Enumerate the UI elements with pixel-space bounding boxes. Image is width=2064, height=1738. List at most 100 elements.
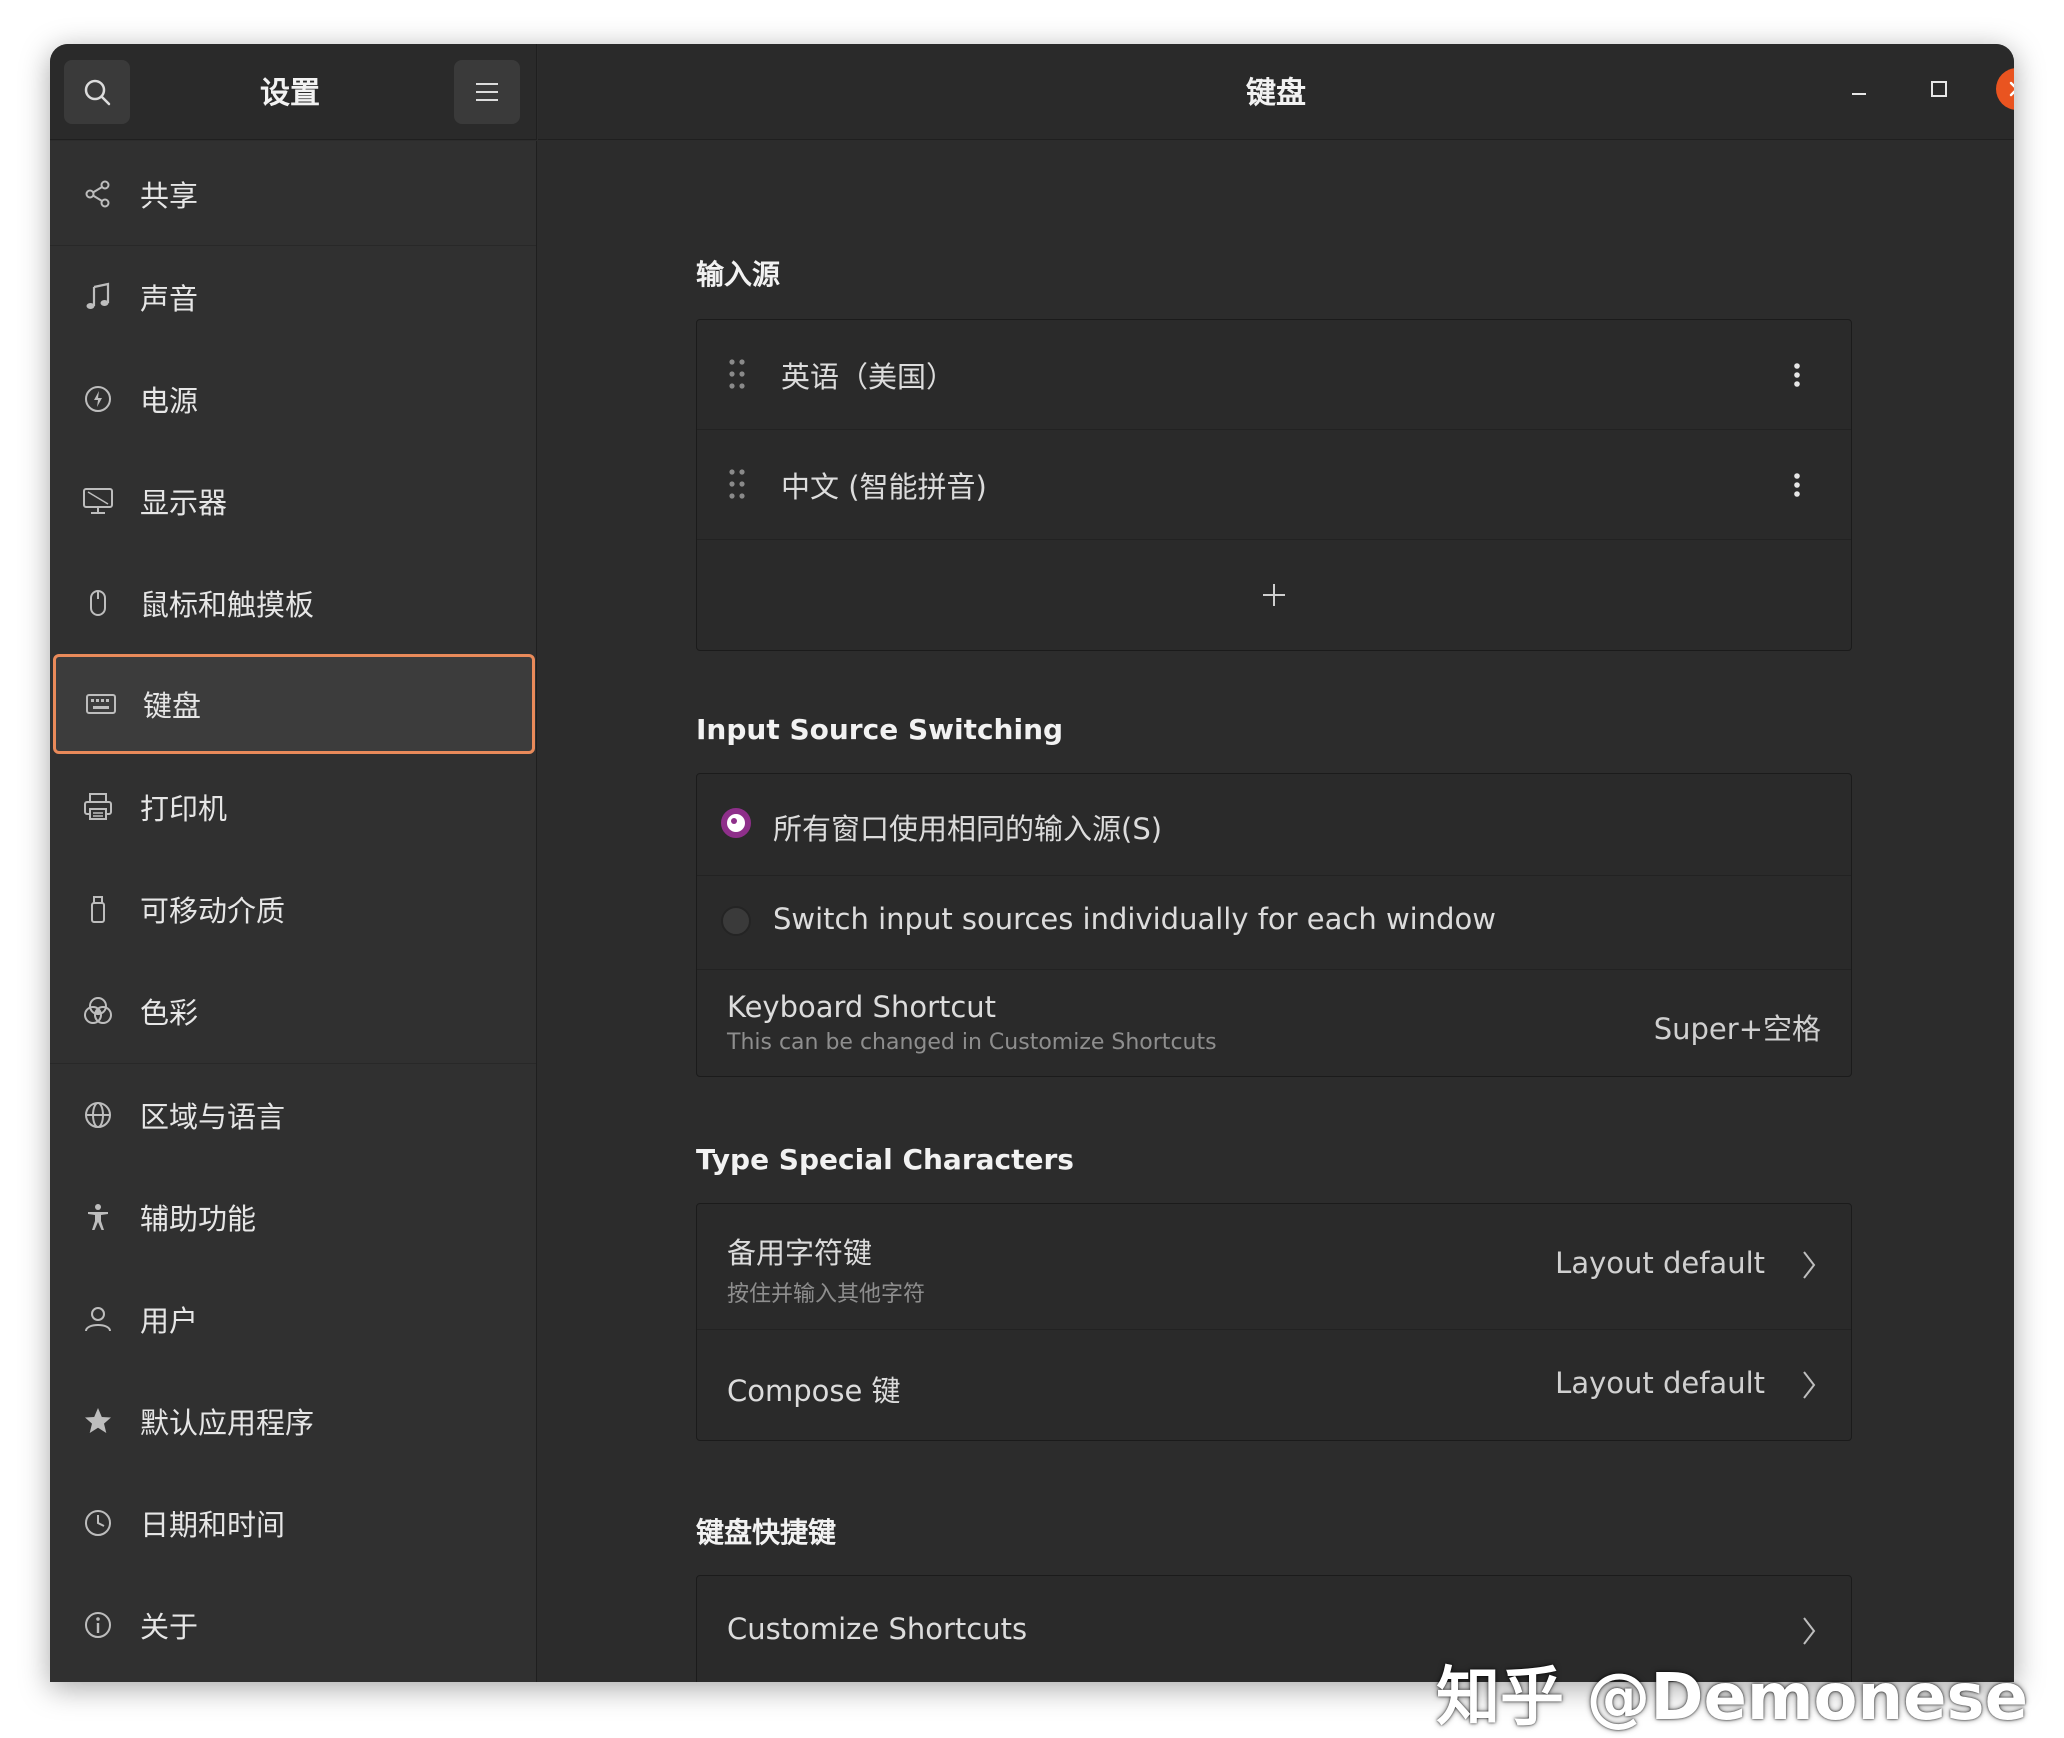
printer-icon: [80, 789, 116, 825]
sidebar-item-label: 声音: [140, 282, 199, 316]
keyboard-shortcut-row[interactable]: Keyboard Shortcut This can be changed in…: [697, 970, 1851, 1076]
display-icon: [80, 483, 116, 519]
input-source-row[interactable]: 英语（美国）: [697, 320, 1851, 430]
shortcut-sublabel: This can be changed in Customize Shortcu…: [727, 1030, 1217, 1055]
sidebar-item-label: 显示器: [140, 486, 228, 520]
sidebar-item-label: 默认应用程序: [140, 1406, 315, 1440]
special-chars-card: 备用字符键 按住并输入其他字符 Layout default Compose 键…: [696, 1203, 1852, 1441]
sidebar-item-label: 关于: [140, 1610, 199, 1644]
maximize-button[interactable]: [1918, 68, 1960, 110]
minimize-icon: [1852, 93, 1866, 95]
sidebar-item-share[interactable]: 共享: [50, 143, 536, 245]
sidebar-item-printer[interactable]: 打印机: [50, 756, 536, 858]
sidebar-item-label: 打印机: [140, 792, 228, 826]
sidebar-item-display[interactable]: 显示器: [50, 450, 536, 552]
alternate-chars-sublabel: 按住并输入其他字符: [727, 1282, 926, 1307]
sidebar-item-label: 可移动介质: [140, 894, 286, 928]
chevron-right-icon: [1803, 1617, 1816, 1645]
sidebar-item-label: 色彩: [140, 996, 199, 1030]
radio-same-source[interactable]: [721, 808, 751, 838]
radio-label: 所有窗口使用相同的输入源(S): [773, 812, 1163, 846]
settings-window: 设置 键盘 共享 声音 电源 显示器 鼠标和触摸板 键盘 打印机 可移动介质 色…: [50, 44, 2014, 1682]
sidebar-item-default-apps[interactable]: 默认应用程序: [50, 1370, 536, 1472]
music-note-icon: [80, 279, 116, 315]
globe-icon: [80, 1097, 116, 1133]
clock-icon: [80, 1505, 116, 1541]
removable-media-icon: [80, 891, 116, 927]
sidebar-item-date-time[interactable]: 日期和时间: [50, 1472, 536, 1574]
menu-button[interactable]: [454, 60, 520, 124]
minimize-button[interactable]: [1838, 68, 1880, 110]
alternate-chars-row[interactable]: 备用字符键 按住并输入其他字符 Layout default: [697, 1204, 1851, 1330]
compose-key-value: Layout default: [1555, 1366, 1765, 1400]
sidebar-header: 设置: [50, 44, 537, 140]
radio-row-same-source[interactable]: 所有窗口使用相同的输入源(S): [697, 774, 1851, 876]
hamburger-icon: [476, 83, 498, 101]
user-icon: [80, 1301, 116, 1337]
drag-handle-icon[interactable]: [727, 358, 747, 390]
add-input-source-button[interactable]: [697, 540, 1851, 650]
radio-row-individual[interactable]: Switch input sources individually for ea…: [697, 876, 1851, 970]
sidebar-item-color[interactable]: 色彩: [50, 960, 536, 1062]
more-options-icon[interactable]: [1793, 472, 1801, 498]
sidebar-item-label: 区域与语言: [140, 1100, 286, 1134]
keyboard-shortcuts-title: 键盘快捷键: [696, 1516, 837, 1549]
search-icon: [84, 79, 111, 106]
close-icon: [2009, 81, 2014, 97]
search-button[interactable]: [64, 60, 130, 124]
shortcut-label: Keyboard Shortcut: [727, 990, 997, 1024]
customize-shortcuts-label: Customize Shortcuts: [727, 1612, 1028, 1646]
input-source-row[interactable]: 中文 (智能拼音): [697, 430, 1851, 540]
sidebar-item-label: 电源: [140, 384, 199, 418]
special-chars-title: Type Special Characters: [696, 1143, 1074, 1176]
sidebar-item-users[interactable]: 用户: [50, 1268, 536, 1370]
color-icon: [80, 993, 116, 1029]
drag-handle-icon[interactable]: [727, 468, 747, 500]
sidebar-item-label: 日期和时间: [140, 1508, 286, 1542]
sidebar-item-sound[interactable]: 声音: [50, 246, 536, 348]
plus-icon: [1263, 584, 1285, 606]
star-icon: [80, 1403, 116, 1439]
compose-key-label: Compose 键: [727, 1374, 901, 1408]
keyboard-icon: [83, 686, 119, 722]
sidebar-item-mouse[interactable]: 鼠标和触摸板: [50, 552, 536, 654]
sidebar-item-label: 共享: [140, 179, 199, 213]
sidebar-item-about[interactable]: 关于: [50, 1574, 536, 1676]
maximize-icon: [1931, 81, 1947, 97]
power-icon: [80, 381, 116, 417]
info-icon: [80, 1607, 116, 1643]
main-header: 键盘: [538, 44, 2014, 140]
input-source-label: 英语（美国）: [781, 360, 956, 394]
sidebar: 共享 声音 电源 显示器 鼠标和触摸板 键盘 打印机 可移动介质 色彩 区域与语…: [50, 141, 537, 1682]
sidebar-item-accessibility[interactable]: 辅助功能: [50, 1166, 536, 1268]
sidebar-item-power[interactable]: 电源: [50, 348, 536, 450]
input-sources-card: 英语（美国） 中文 (智能拼音): [696, 319, 1852, 651]
sidebar-title: 设置: [260, 76, 320, 111]
sidebar-item-label: 辅助功能: [140, 1202, 257, 1236]
input-source-label: 中文 (智能拼音): [781, 470, 987, 504]
sidebar-item-label: 用户: [140, 1304, 199, 1338]
mouse-icon: [80, 585, 116, 621]
switching-title: Input Source Switching: [696, 713, 1064, 746]
alternate-chars-label: 备用字符键: [727, 1236, 873, 1270]
switching-card: 所有窗口使用相同的输入源(S) Switch input sources ind…: [696, 773, 1852, 1077]
radio-individual-source[interactable]: [721, 906, 751, 936]
watermark: 知乎 @Demonese: [1436, 1661, 2028, 1735]
share-icon: [80, 176, 116, 212]
shortcut-value: Super+空格: [1653, 1012, 1821, 1046]
compose-key-row[interactable]: Compose 键 Layout default: [697, 1330, 1851, 1440]
chevron-right-icon: [1803, 1371, 1816, 1399]
sidebar-item-label: 鼠标和触摸板: [140, 588, 315, 622]
radio-label: Switch input sources individually for ea…: [773, 902, 1496, 936]
page-title: 键盘: [1246, 76, 1306, 111]
sidebar-item-region-language[interactable]: 区域与语言: [50, 1064, 536, 1166]
alternate-chars-value: Layout default: [1555, 1246, 1765, 1280]
input-sources-title: 输入源: [696, 258, 781, 291]
sidebar-item-label: 键盘: [143, 689, 202, 723]
sidebar-item-keyboard[interactable]: 键盘: [53, 654, 535, 754]
more-options-icon[interactable]: [1793, 362, 1801, 388]
sidebar-item-removable-media[interactable]: 可移动介质: [50, 858, 536, 960]
accessibility-icon: [80, 1199, 116, 1235]
chevron-right-icon: [1803, 1251, 1816, 1279]
main-content: 输入源 英语（美国） 中文 (智能拼音) Input Source Switch…: [538, 141, 2014, 1682]
